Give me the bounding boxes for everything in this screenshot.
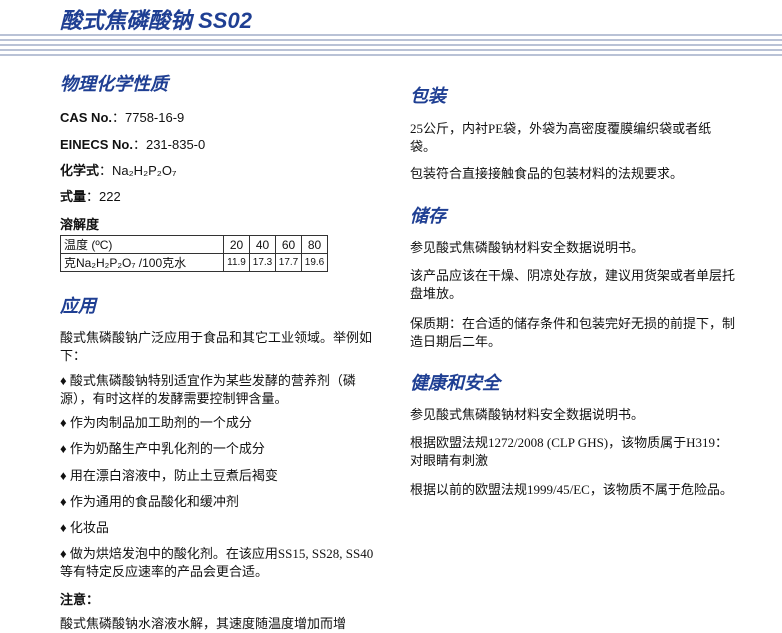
temp-cell: 20 <box>223 235 250 254</box>
einecs-line: EINECS No.：231-835-0 <box>60 137 205 153</box>
cas-label: CAS No. <box>60 110 112 125</box>
solubility-value-cell: 17.3 <box>249 253 276 272</box>
solubility-heading: 溶解度 <box>60 217 100 232</box>
health-paragraph-3: 根据以前的欧盟法规1999/45/EC，该物质不属于危险品。 <box>410 482 733 497</box>
list-item: ♦ 化妆品 <box>60 520 109 535</box>
einecs-label: EINECS No. <box>60 137 133 152</box>
solubility-value-cell: 17.7 <box>275 253 302 272</box>
temp-cell: 60 <box>275 235 302 254</box>
application-intro: 酸式焦磷酸钠广泛应用于食品和其它工业领域。举例如下： <box>60 330 373 363</box>
packaging-heading: 包装 <box>410 86 446 106</box>
health-paragraph-2: 根据欧盟法规1272/2008 (CLP GHS)，该物质属于H319：对眼睛有… <box>410 435 729 468</box>
formula-label: 化学式 <box>60 163 100 178</box>
cas-value: ：7758-16-9 <box>112 110 185 125</box>
temp-cell: 80 <box>301 235 328 254</box>
storage-paragraph-1: 参见酸式焦磷酸钠材料安全数据说明书。 <box>410 240 645 255</box>
table-row: 克Na₂H₂P₂O₇ /100克水 11.9 17.3 17.7 19.6 <box>60 253 328 272</box>
application-heading: 应用 <box>60 296 96 316</box>
header-stripes <box>0 34 782 58</box>
list-item: ♦ 作为肉制品加工助剂的一个成分 <box>60 415 252 430</box>
storage-paragraph-3: 保质期：在合适的储存条件和包装完好无损的前提下，制造日期后二年。 <box>410 316 736 349</box>
list-item: ♦ 作为奶酪生产中乳化剂的一个成分 <box>60 441 265 456</box>
solubility-value-cell: 11.9 <box>223 253 250 272</box>
formula-line: 化学式：Na₂H₂P₂O₇ <box>60 163 176 179</box>
storage-heading: 储存 <box>410 206 446 226</box>
einecs-value: ：231-835-0 <box>132 137 206 152</box>
temp-cell: 40 <box>249 235 276 254</box>
note-label: 注意： <box>60 592 100 607</box>
mw-label: 式量 <box>60 189 87 204</box>
solubility-value-cell: 19.6 <box>301 253 328 272</box>
health-paragraph-1: 参见酸式焦磷酸钠材料安全数据说明书。 <box>410 407 645 422</box>
list-item: ♦ 酸式焦磷酸钠特别适宜作为某些发酵的营养剂（磷源），有时这样的发酵需要控制钾含… <box>60 373 356 406</box>
physchem-heading: 物理化学性质 <box>60 74 168 94</box>
mw-line: 式量：222 <box>60 189 121 205</box>
formula-value: ：Na₂H₂P₂O₇ <box>99 163 177 178</box>
list-item: ♦ 做为烘焙发泡中的酸化剂。在该应用SS15, SS28, SS40等有特定反应… <box>60 546 374 579</box>
solubility-table: 温度 (ºC) 20 40 60 80 克Na₂H₂P₂O₇ /100克水 11… <box>60 235 328 272</box>
document-title: 酸式焦磷酸钠 SS02 <box>60 8 252 33</box>
note-text: 酸式焦磷酸钠水溶液水解，其速度随温度增加而增 <box>60 616 347 631</box>
grams-label-cell: 克Na₂H₂P₂O₇ /100克水 <box>60 253 224 272</box>
packaging-paragraph-1: 25公斤，内衬PE袋，外袋为高密度覆膜编织袋或者纸袋。 <box>410 121 712 154</box>
temp-label-cell: 温度 (ºC) <box>60 235 224 254</box>
table-row: 温度 (ºC) 20 40 60 80 <box>60 235 328 254</box>
packaging-paragraph-2: 包装符合直接接触食品的包装材料的法规要求。 <box>410 166 684 181</box>
cas-line: CAS No.：7758-16-9 <box>60 110 184 126</box>
mw-value: ：222 <box>86 189 121 204</box>
health-heading: 健康和安全 <box>410 373 500 393</box>
list-item: ♦ 用在漂白溶液中，防止土豆煮后褐变 <box>60 468 278 483</box>
list-item: ♦ 作为通用的食品酸化和缓冲剂 <box>60 494 239 509</box>
storage-paragraph-2: 该产品应该在干燥、阴凉处存放，建议用货架或者单层托盘堆放。 <box>410 268 736 301</box>
